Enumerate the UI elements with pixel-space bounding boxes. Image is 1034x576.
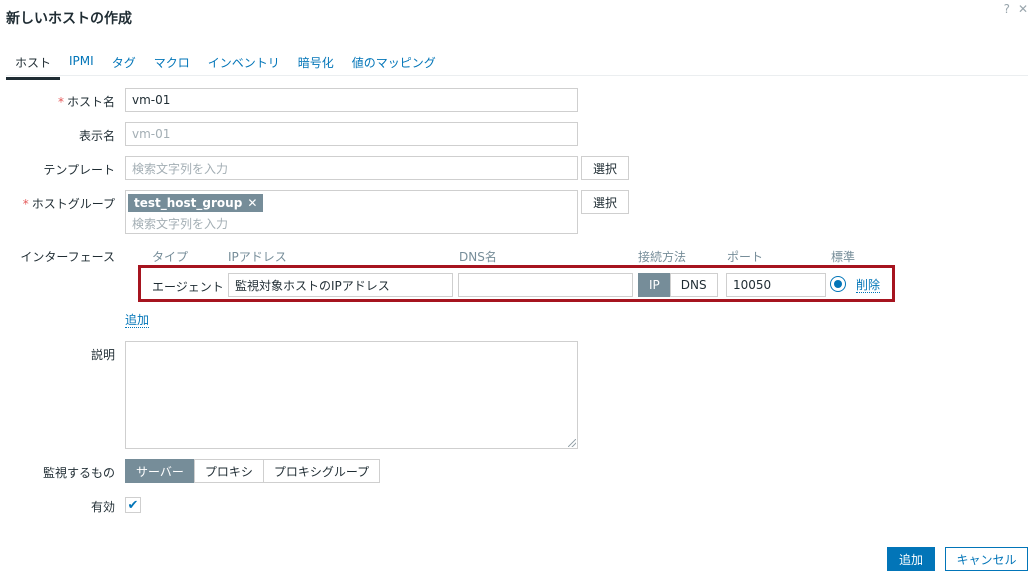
host-group-chip: test_host_group ✕ — [128, 194, 264, 212]
host-groups-search-placeholder[interactable]: 検索文字列を入力 — [132, 215, 228, 232]
visible-name-input[interactable]: vm-01 — [125, 122, 578, 146]
checkmark-icon: ✔ — [127, 497, 139, 513]
host-name-label-text: ホスト名 — [66, 95, 115, 109]
interface-col-port: ポート — [727, 250, 764, 264]
add-button[interactable]: 追加 — [887, 547, 935, 571]
description-textarea[interactable] — [125, 341, 578, 449]
enabled-label: 有効 — [90, 500, 115, 514]
required-mark: * — [22, 197, 29, 211]
interface-col-type: タイプ — [152, 250, 189, 264]
monitored-by-proxy-group[interactable]: プロキシグループ — [262, 459, 381, 483]
help-icon[interactable]: ? — [1004, 2, 1010, 16]
monitored-by-toggle: サーバー プロキシ プロキシグループ — [125, 459, 381, 483]
interface-col-ip: IPアドレス — [228, 250, 287, 264]
required-mark: * — [57, 95, 64, 109]
interface-type-agent: エージェント — [152, 280, 224, 294]
dialog-header-icons: ? ✕ — [1004, 2, 1028, 16]
create-host-dialog: 新しいホストの作成 ? ✕ ホスト IPMI タグ マクロ インベントリ 暗号化… — [0, 0, 1034, 576]
monitored-by-label: 監視するもの — [42, 466, 115, 480]
close-icon[interactable]: ✕ — [1018, 2, 1028, 16]
host-groups-multiselect[interactable]: test_host_group ✕ 検索文字列を入力 — [125, 190, 578, 234]
host-name-label: * ホスト名 — [58, 93, 115, 110]
host-name-input[interactable]: vm-01 — [125, 88, 578, 112]
interface-col-connect: 接続方法 — [638, 250, 687, 264]
dialog-title: 新しいホストの作成 — [6, 11, 132, 27]
resize-handle-icon[interactable] — [568, 439, 576, 447]
tab-divider — [6, 75, 1028, 76]
interfaces-label: インターフェース — [20, 250, 115, 264]
interface-add-link[interactable]: 追加 — [125, 313, 150, 328]
visible-name-label: 表示名 — [78, 129, 115, 143]
interface-connect-toggle: IP DNS — [638, 273, 718, 297]
connect-ip-option[interactable]: IP — [638, 273, 671, 297]
connect-dns-option[interactable]: DNS — [669, 273, 718, 297]
enabled-checkbox[interactable]: ✔ — [125, 497, 141, 513]
templates-search-input[interactable]: 検索文字列を入力 — [125, 156, 578, 180]
templates-select-button[interactable]: 選択 — [581, 156, 629, 180]
host-groups-select-button[interactable]: 選択 — [581, 190, 629, 214]
interface-col-dns: DNS名 — [459, 250, 497, 264]
interface-default-radio[interactable] — [830, 276, 846, 292]
host-groups-label: * ホストグループ — [23, 195, 115, 212]
interface-ip-input[interactable]: 監視対象ホストのIPアドレス — [228, 273, 453, 297]
host-groups-label-text: ホストグループ — [31, 197, 115, 211]
interface-col-default: 標準 — [831, 250, 856, 264]
host-group-chip-label: test_host_group — [134, 196, 243, 210]
templates-label: テンプレート — [43, 163, 115, 177]
monitored-by-proxy[interactable]: プロキシ — [193, 459, 264, 483]
monitored-by-server[interactable]: サーバー — [125, 459, 195, 483]
interface-port-input[interactable]: 10050 — [726, 273, 826, 297]
remove-icon[interactable]: ✕ — [247, 196, 257, 210]
cancel-button[interactable]: キャンセル — [945, 547, 1028, 571]
interface-dns-input[interactable] — [458, 273, 633, 297]
interface-remove-link[interactable]: 削除 — [856, 278, 881, 293]
description-label: 説明 — [90, 348, 115, 362]
